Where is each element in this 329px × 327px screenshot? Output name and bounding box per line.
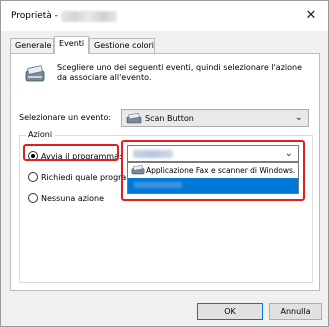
window-title: Proprietà - bbox=[11, 11, 58, 21]
tab-eventi[interactable]: Eventi bbox=[54, 36, 89, 54]
cancel-button[interactable]: Annulla bbox=[269, 303, 322, 320]
close-icon[interactable]: ✕ bbox=[302, 7, 320, 25]
highlight-start-program bbox=[23, 144, 119, 161]
event-select-value: Scan Button bbox=[145, 114, 194, 123]
event-select[interactable]: Scan Button ⌄ bbox=[121, 109, 309, 127]
highlight-program-list bbox=[121, 140, 305, 201]
actions-group-label: Azioni bbox=[26, 130, 55, 139]
ok-button[interactable]: OK bbox=[197, 303, 263, 320]
radio-no-action[interactable]: Nessuna azione bbox=[28, 193, 104, 203]
chevron-down-icon: ⌄ bbox=[294, 112, 303, 123]
redacted-device-name bbox=[61, 11, 117, 22]
radio-no-action-label: Nessuna azione bbox=[41, 194, 105, 203]
description-text: Scegliere uno dei seguenti eventi, quind… bbox=[57, 63, 303, 82]
title-bar: Proprietà - ✕ bbox=[1, 1, 328, 31]
radio-button[interactable] bbox=[28, 193, 38, 203]
tab-generale[interactable]: Generale bbox=[10, 38, 54, 53]
select-event-label: Selezionare un evento: bbox=[19, 113, 112, 122]
scanner-small-icon bbox=[126, 112, 142, 126]
tab-gestione-colori[interactable]: Gestione colori bbox=[89, 38, 155, 53]
radio-button[interactable] bbox=[28, 172, 38, 182]
properties-dialog: Proprietà - ✕ Generale Eventi Gestione c… bbox=[0, 0, 329, 327]
scanner-icon bbox=[23, 64, 47, 88]
